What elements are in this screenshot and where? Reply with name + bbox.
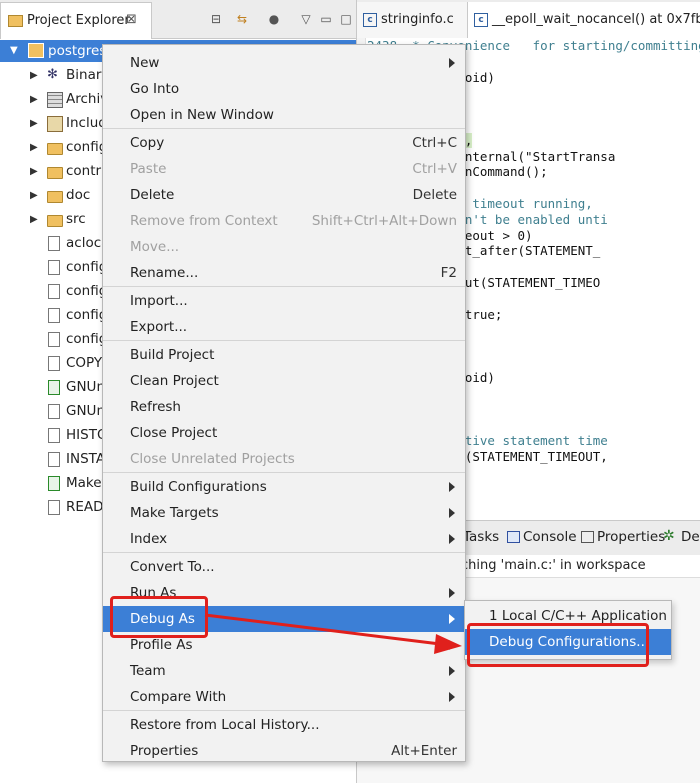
annotation-arrow xyxy=(204,613,462,654)
